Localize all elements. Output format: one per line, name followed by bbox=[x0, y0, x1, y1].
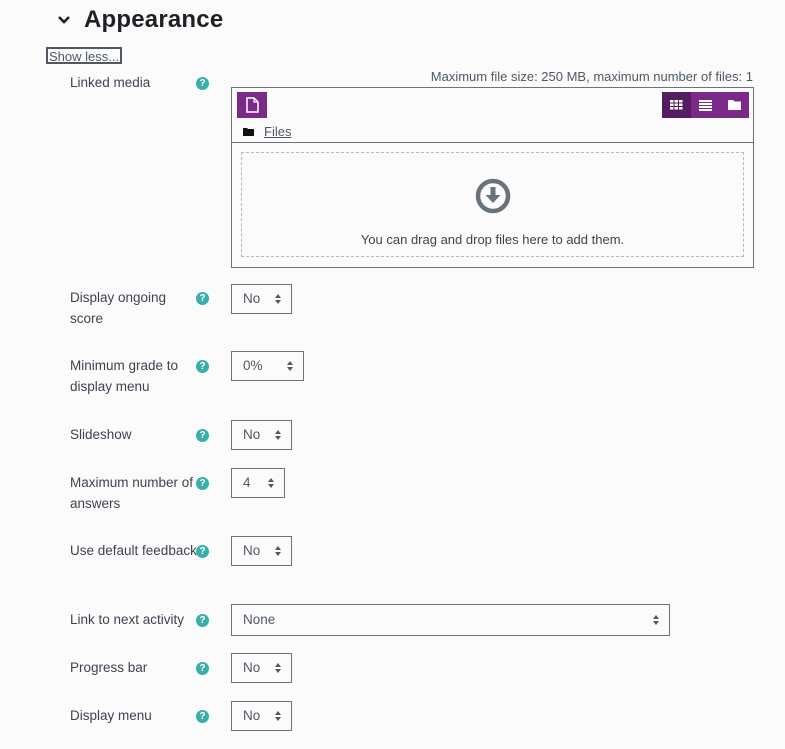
list-view-icon bbox=[699, 100, 712, 111]
sort-caret-icon bbox=[275, 546, 281, 556]
file-add-icon bbox=[246, 97, 259, 113]
max-answers-select[interactable]: 4 bbox=[231, 468, 285, 498]
field-label: Maximum number of answers bbox=[70, 475, 194, 511]
view-switcher bbox=[662, 92, 749, 118]
grid-view-icon bbox=[670, 100, 683, 110]
linked-media-label: Linked media bbox=[70, 75, 151, 90]
files-path-link[interactable]: Files bbox=[264, 124, 291, 139]
file-limits-text: Maximum file size: 250 MB, maximum numbe… bbox=[430, 69, 753, 84]
question-circle-icon[interactable]: ? bbox=[196, 545, 209, 558]
default-feedback-select[interactable]: No bbox=[231, 536, 292, 566]
field-label: Display ongoing score bbox=[70, 290, 167, 326]
grid-view-button[interactable] bbox=[662, 92, 691, 118]
sort-caret-icon bbox=[275, 294, 281, 304]
field-label: Use default feedback bbox=[70, 543, 197, 558]
file-picker: Files You can drag and drop files here t… bbox=[231, 87, 754, 268]
display-menu-select[interactable]: No bbox=[231, 701, 292, 731]
question-circle-icon[interactable]: ? bbox=[196, 477, 209, 490]
field-label: Minimum grade to display menu bbox=[70, 358, 179, 394]
slideshow-select[interactable]: No bbox=[231, 420, 292, 450]
select-value: 0% bbox=[243, 358, 263, 373]
folder-icon bbox=[243, 128, 254, 136]
drop-zone-text: You can drag and drop files here to add … bbox=[360, 232, 625, 247]
folder-tree-view-icon bbox=[728, 100, 741, 110]
sort-caret-icon bbox=[287, 361, 293, 371]
select-value: No bbox=[243, 660, 261, 675]
next-activity-select[interactable]: None bbox=[231, 604, 670, 636]
select-value: No bbox=[243, 543, 261, 558]
file-picker-divider bbox=[232, 142, 753, 143]
download-circle-icon bbox=[475, 178, 511, 214]
sort-caret-icon bbox=[275, 663, 281, 673]
question-circle-icon[interactable]: ? bbox=[196, 662, 209, 675]
add-file-button[interactable] bbox=[237, 92, 267, 118]
tree-view-button[interactable] bbox=[720, 92, 749, 118]
sort-caret-icon bbox=[275, 430, 281, 440]
question-circle-icon[interactable]: ? bbox=[196, 710, 209, 723]
sort-caret-icon bbox=[275, 711, 281, 721]
list-view-button[interactable] bbox=[691, 92, 720, 118]
select-value: No bbox=[243, 291, 261, 306]
field-label: Progress bar bbox=[70, 660, 148, 675]
minimum-grade-select[interactable]: 0% bbox=[231, 351, 304, 381]
select-value: 4 bbox=[243, 475, 251, 490]
field-label: Slideshow bbox=[70, 427, 132, 442]
select-value: No bbox=[243, 708, 261, 723]
select-value: None bbox=[243, 612, 276, 627]
sort-caret-icon bbox=[653, 615, 659, 625]
question-circle-icon[interactable]: ? bbox=[196, 429, 209, 442]
question-circle-icon[interactable]: ? bbox=[196, 292, 209, 305]
show-less-link[interactable]: Show less... bbox=[46, 47, 123, 64]
sort-caret-icon bbox=[268, 478, 274, 488]
field-label: Link to next activity bbox=[70, 612, 185, 627]
section-title: Appearance bbox=[84, 6, 224, 33]
question-circle-icon[interactable]: ? bbox=[196, 77, 209, 90]
select-value: No bbox=[243, 427, 261, 442]
section-header[interactable]: Appearance bbox=[56, 6, 223, 34]
progress-bar-select[interactable]: No bbox=[231, 653, 292, 683]
file-path-breadcrumb: Files bbox=[243, 124, 291, 139]
display-ongoing-score-select[interactable]: No bbox=[231, 284, 292, 314]
drop-zone[interactable]: You can drag and drop files here to add … bbox=[241, 152, 744, 257]
chevron-down-icon[interactable] bbox=[56, 12, 72, 28]
question-circle-icon[interactable]: ? bbox=[196, 614, 209, 627]
question-circle-icon[interactable]: ? bbox=[196, 360, 209, 373]
field-label: Display menu bbox=[70, 708, 152, 723]
